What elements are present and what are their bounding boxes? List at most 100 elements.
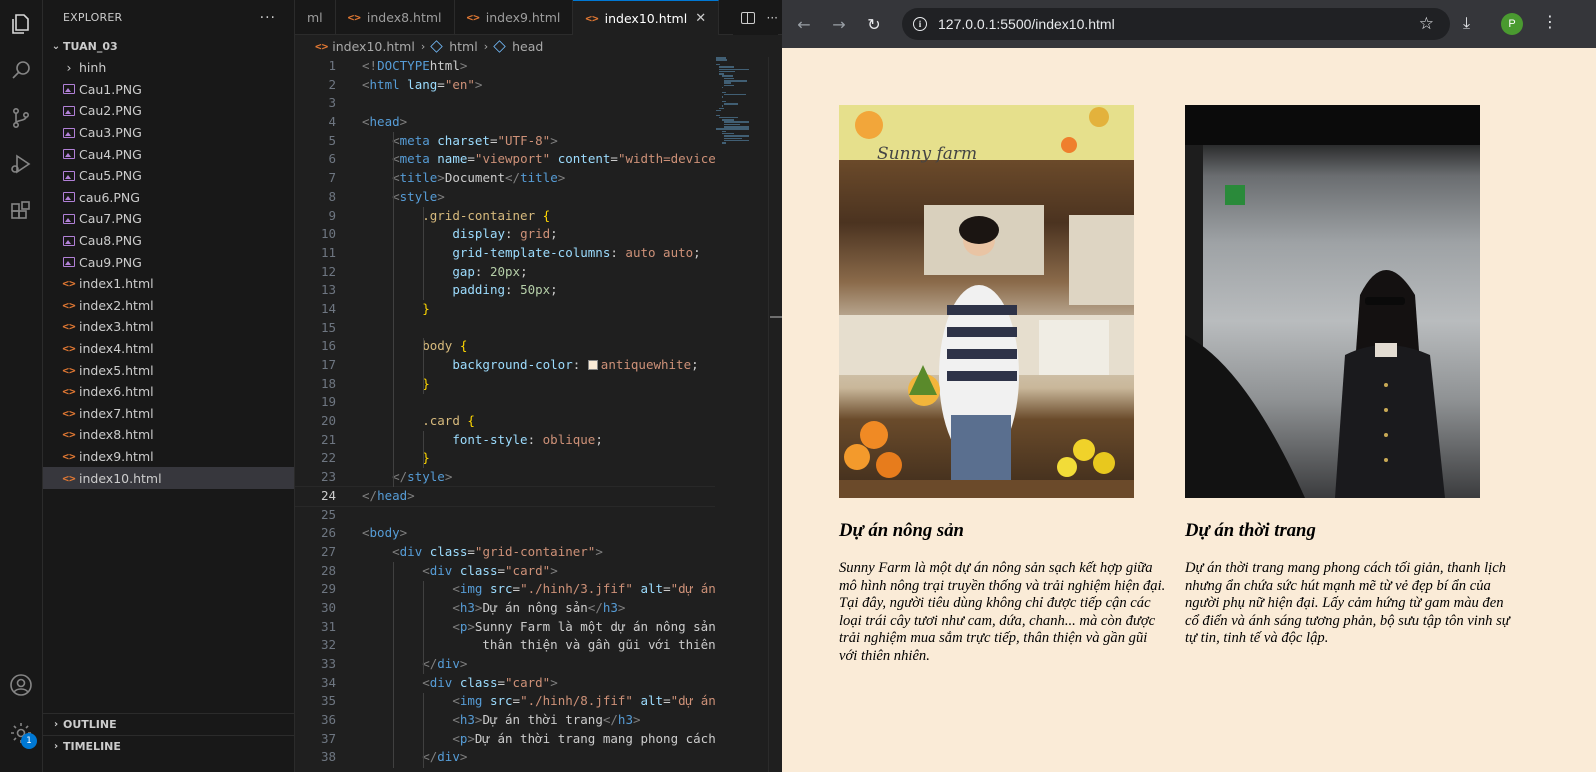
- code-line: 38 </div>: [295, 748, 715, 767]
- folder-item[interactable]: › hinh: [43, 57, 294, 79]
- code-text: .grid-container {: [362, 207, 550, 226]
- reload-icon[interactable]: ↻: [862, 12, 886, 36]
- code-text: <meta name="viewport" content="width=dev…: [362, 150, 715, 169]
- minimap-line: [716, 114, 721, 116]
- code-token: html: [369, 76, 400, 92]
- file-label: index5.html: [79, 362, 154, 378]
- photo-fashion: [1185, 105, 1480, 498]
- file-item[interactable]: Cau5.PNG: [43, 165, 294, 187]
- code-line: 34 <div class="card">: [295, 674, 715, 693]
- file-item[interactable]: <> index9.html: [43, 446, 294, 468]
- code-token: =: [663, 581, 671, 597]
- extensions-icon[interactable]: [7, 198, 35, 226]
- split-editor-icon[interactable]: [740, 11, 755, 24]
- site-info-icon[interactable]: i: [913, 17, 927, 31]
- kebab-menu-icon[interactable]: ⋮: [1542, 12, 1558, 31]
- source-control-icon[interactable]: [7, 104, 35, 132]
- more-actions-icon[interactable]: ···: [260, 10, 276, 26]
- color-swatch[interactable]: [587, 360, 598, 370]
- code-line: 30 <h3>Dự án nông sản</h3>: [295, 599, 715, 618]
- workspace-folder[interactable]: ⌄ TUAN_03: [43, 35, 294, 57]
- code-token: >: [467, 730, 475, 746]
- file-item[interactable]: <> index7.html: [43, 403, 294, 425]
- chevron-right-icon: ›: [53, 741, 59, 752]
- address-bar[interactable]: i 127.0.0.1:5500/index10.html ☆: [902, 8, 1450, 40]
- settings-gear-icon[interactable]: 1: [7, 719, 37, 749]
- code-token: div: [437, 749, 460, 765]
- forward-arrow-icon[interactable]: →: [827, 12, 851, 36]
- code-editor[interactable]: 1 <!DOCTYPEhtml> 2 <html lang="en"> 3 4 <head>…: [295, 57, 715, 772]
- minimap[interactable]: [716, 57, 772, 147]
- line-number: 4: [328, 114, 336, 130]
- line-number: 28: [320, 562, 336, 578]
- editor-tab[interactable]: <> index9.html: [455, 0, 574, 35]
- code-token: "en": [444, 76, 475, 92]
- line-number: 32: [320, 637, 336, 653]
- run-debug-icon[interactable]: [7, 150, 35, 178]
- minimap-line: [721, 91, 726, 93]
- bookmark-star-icon[interactable]: ☆: [1419, 14, 1434, 34]
- file-item[interactable]: Cau7.PNG: [43, 208, 294, 230]
- minimap-line: [721, 142, 726, 144]
- code-token: h3: [602, 599, 618, 615]
- indent-guide: [423, 206, 424, 301]
- file-item[interactable]: <> index2.html: [43, 295, 294, 317]
- code-token: style: [407, 469, 445, 485]
- code-token: >: [444, 469, 453, 485]
- minimap-line: [718, 116, 739, 119]
- code-text: </div>: [362, 655, 467, 674]
- download-icon[interactable]: ⤓: [1463, 13, 1470, 33]
- close-icon[interactable]: ✕: [695, 11, 706, 26]
- editor-tab[interactable]: <> index10.html ✕: [573, 0, 720, 35]
- file-item[interactable]: <> index5.html: [43, 359, 294, 381]
- code-token: antiquewhite: [600, 357, 692, 372]
- file-item[interactable]: <> index3.html: [43, 316, 294, 338]
- file-item[interactable]: Cau2.PNG: [43, 100, 294, 122]
- code-token: Dự án thời trang mang phong cách: [474, 730, 715, 746]
- editor-tab[interactable]: <> index8.html: [336, 0, 455, 35]
- code-token: DOCTYPE: [377, 58, 430, 73]
- code-token: =: [467, 543, 475, 559]
- line-number: 25: [320, 506, 336, 522]
- editor-tab[interactable]: ml: [295, 0, 336, 35]
- timeline-section[interactable]: › TIMELINE: [43, 735, 295, 757]
- profile-avatar[interactable]: P: [1501, 13, 1523, 35]
- code-token: {: [467, 413, 475, 429]
- files-icon[interactable]: [7, 10, 35, 38]
- file-item[interactable]: <> index6.html: [43, 381, 294, 403]
- file-item[interactable]: Cau3.PNG: [43, 122, 294, 144]
- file-item[interactable]: Cau9.PNG: [43, 251, 294, 273]
- file-item[interactable]: <> index8.html: [43, 424, 294, 446]
- line-number: 38: [320, 749, 336, 765]
- file-item[interactable]: Cau1.PNG: [43, 79, 294, 101]
- tab-label: index8.html: [366, 10, 442, 25]
- search-icon[interactable]: [7, 56, 35, 84]
- back-arrow-icon[interactable]: ←: [792, 12, 816, 36]
- breadcrumb-file[interactable]: index10.html: [332, 39, 415, 54]
- editor-scrollbar[interactable]: [768, 57, 782, 772]
- file-label: index4.html: [79, 341, 154, 357]
- code-token: class: [429, 543, 468, 559]
- breadcrumb-head[interactable]: head: [512, 39, 543, 54]
- minimap-line: [721, 130, 726, 133]
- breadcrumb-html[interactable]: html: [449, 39, 477, 54]
- code-line: 19: [295, 393, 715, 412]
- outline-section[interactable]: › OUTLINE: [43, 713, 295, 735]
- file-item[interactable]: Cau8.PNG: [43, 230, 294, 252]
- file-item[interactable]: <> index1.html: [43, 273, 294, 295]
- scroll-marker: [770, 316, 782, 318]
- line-number: 8: [328, 188, 336, 204]
- more-actions-icon[interactable]: ···: [767, 11, 778, 25]
- account-icon[interactable]: [7, 671, 35, 699]
- code-token: .card: [422, 413, 460, 429]
- minimap-line: [718, 68, 749, 70]
- file-item[interactable]: cau6.PNG: [43, 187, 294, 209]
- file-item[interactable]: <> index4.html: [43, 338, 294, 360]
- file-item[interactable]: <> index10.html: [43, 467, 294, 489]
- file-item[interactable]: Cau4.PNG: [43, 143, 294, 165]
